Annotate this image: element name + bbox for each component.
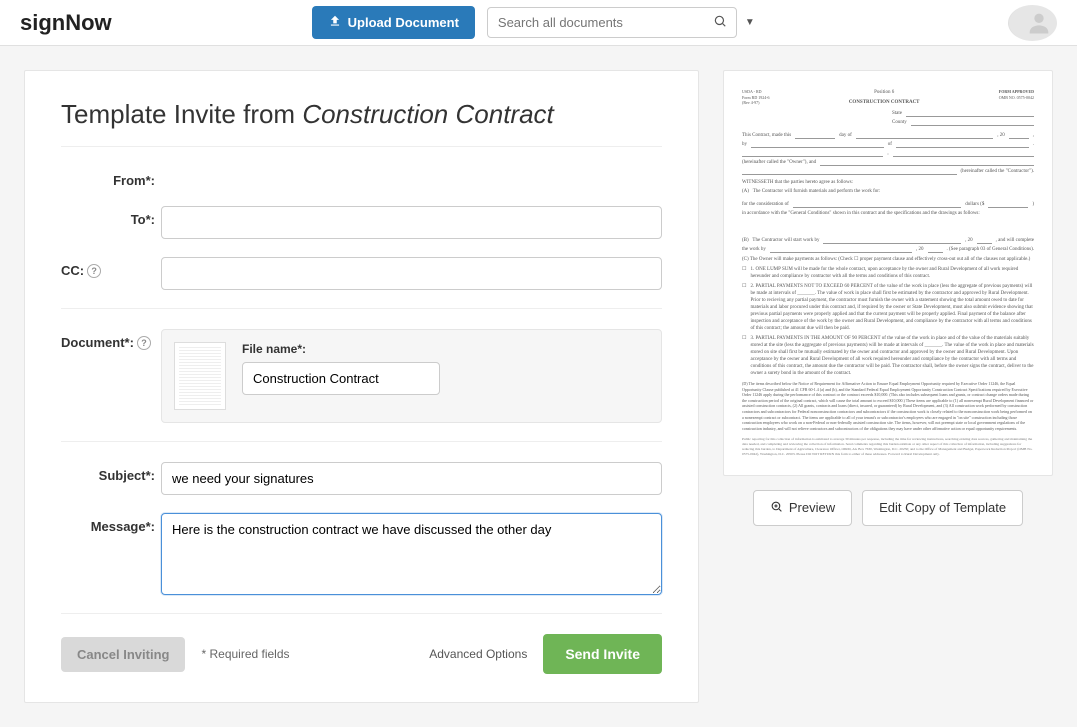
upload-icon <box>328 14 342 31</box>
cc-label: CC: ? <box>61 257 161 278</box>
avatar[interactable] <box>1008 5 1057 41</box>
magnify-icon <box>770 500 783 516</box>
to-label: To*: <box>61 206 161 227</box>
main-content: Template Invite from Construction Contra… <box>0 46 1077 727</box>
search-button[interactable] <box>713 14 727 31</box>
advanced-options-link[interactable]: Advanced Options <box>429 647 527 661</box>
help-icon[interactable]: ? <box>137 336 151 350</box>
file-name-label: File name*: <box>242 342 649 356</box>
preview-column: USDA - RDForm RD 1924-6(Rev 4-97) Positi… <box>723 70 1053 526</box>
from-row: From*: <box>61 167 662 188</box>
logo: signNow <box>20 10 112 36</box>
title-prefix: Template Invite from <box>61 99 302 129</box>
subject-row: Subject*: <box>61 462 662 495</box>
document-box: File name*: <box>161 329 662 423</box>
divider <box>61 146 662 147</box>
send-invite-button[interactable]: Send Invite <box>543 634 662 674</box>
divider <box>61 613 662 614</box>
help-icon[interactable]: ? <box>87 264 101 278</box>
subject-label: Subject*: <box>61 462 161 483</box>
app-header: signNow Upload Document ▼ <box>0 0 1077 46</box>
search-dropdown-caret[interactable]: ▼ <box>745 17 755 28</box>
cc-input[interactable] <box>161 257 662 290</box>
document-preview: USDA - RDForm RD 1924-6(Rev 4-97) Positi… <box>723 70 1053 476</box>
document-row: Document*: ? File name*: <box>61 329 662 423</box>
search-wrap <box>487 7 737 38</box>
upload-document-button[interactable]: Upload Document <box>312 6 475 39</box>
preview-actions: Preview Edit Copy of Template <box>753 490 1023 526</box>
required-note: * Required fields <box>201 647 289 661</box>
divider <box>61 441 662 442</box>
title-template-name: Construction Contract <box>302 99 553 129</box>
document-label: Document*: ? <box>61 329 161 350</box>
to-row: To*: <box>61 206 662 239</box>
search-icon <box>713 16 727 31</box>
from-label: From*: <box>61 167 161 188</box>
document-thumbnail[interactable] <box>174 342 226 410</box>
edit-copy-button[interactable]: Edit Copy of Template <box>862 490 1023 526</box>
file-name-input[interactable] <box>242 362 440 395</box>
message-label: Message*: <box>61 513 161 534</box>
page-title: Template Invite from Construction Contra… <box>61 99 662 130</box>
cancel-button[interactable]: Cancel Inviting <box>61 637 185 672</box>
preview-button[interactable]: Preview <box>753 490 852 526</box>
message-textarea[interactable]: Here is the construction contract we hav… <box>161 513 662 595</box>
upload-label: Upload Document <box>348 15 459 30</box>
message-row: Message*: Here is the construction contr… <box>61 513 662 595</box>
actions-row: Cancel Inviting * Required fields Advanc… <box>61 634 662 674</box>
cc-row: CC: ? <box>61 257 662 290</box>
search-input[interactable] <box>487 7 737 38</box>
divider <box>61 308 662 309</box>
to-input[interactable] <box>161 206 662 239</box>
preview-page: USDA - RDForm RD 1924-6(Rev 4-97) Positi… <box>742 89 1034 457</box>
invite-form-panel: Template Invite from Construction Contra… <box>24 70 699 703</box>
subject-input[interactable] <box>161 462 662 495</box>
